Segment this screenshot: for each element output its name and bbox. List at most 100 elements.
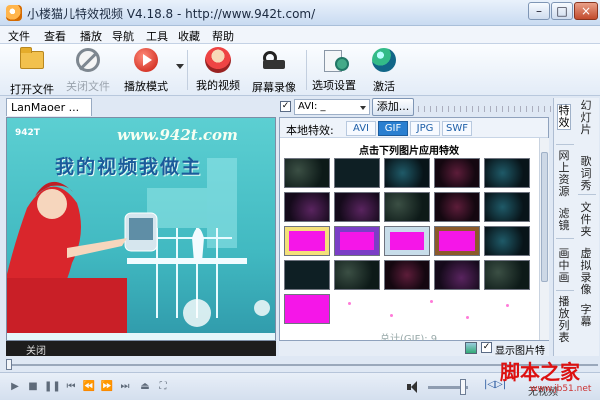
toolbar-separator <box>306 50 307 90</box>
play-mode-button[interactable]: 播放模式 <box>118 47 174 93</box>
menu-tools[interactable]: 工具 <box>146 28 168 44</box>
sparkle-decoration <box>390 314 393 317</box>
user-icon <box>205 47 231 73</box>
video-status-bar: 关闭 <box>6 341 276 357</box>
effect-thumbnail[interactable] <box>284 226 330 256</box>
add-button[interactable]: 添加... <box>372 98 414 116</box>
output-format-value: AVI: _ <box>298 101 326 112</box>
tab-virtual-recording[interactable]: 虚拟录像 <box>579 248 593 296</box>
next-icon[interactable]: ⏭ <box>118 380 132 394</box>
eject-icon[interactable]: ⏏ <box>138 380 152 394</box>
tab-playlist[interactable]: 播放列表 <box>557 296 571 344</box>
menu-file[interactable]: 文件 <box>8 28 30 44</box>
effect-thumbnail[interactable] <box>384 192 430 222</box>
effect-thumbnail[interactable] <box>434 226 480 256</box>
tab-folder[interactable]: 文件夹 <box>579 202 593 238</box>
menu-favorites[interactable]: 收藏 <box>178 28 200 44</box>
effect-thumbnail[interactable] <box>484 158 530 188</box>
effect-thumbnail[interactable] <box>334 260 380 290</box>
play-mode-dropdown-icon[interactable] <box>176 64 184 69</box>
volume-handle[interactable] <box>460 379 466 395</box>
file-tab[interactable]: LanMaoer ... <box>6 98 92 116</box>
menu-play[interactable]: 播放 <box>80 28 102 44</box>
effects-panel: 本地特效: AVI GIF JPG SWF 点击下列图片应用特效 总计(GIF)… <box>279 117 549 345</box>
effect-thumbnail[interactable] <box>484 226 530 256</box>
show-image-effects-checkbox[interactable]: ✓ <box>481 342 492 353</box>
show-image-effects-label: 显示图片特 <box>495 346 545 357</box>
video-slogan: 我的视频我做主 <box>55 156 203 178</box>
volume-icon[interactable] <box>407 381 421 393</box>
tab-picture-in-picture[interactable]: 画中画 <box>557 248 571 284</box>
effect-thumbnail[interactable] <box>434 192 480 222</box>
minimize-button[interactable]: – <box>528 2 550 20</box>
tab-jpg[interactable]: JPG <box>410 121 440 136</box>
effect-thumbnail[interactable] <box>284 158 330 188</box>
stop-icon[interactable]: ■ <box>26 380 40 394</box>
close-window-button[interactable]: × <box>574 2 598 20</box>
my-video-button[interactable]: 我的视频 <box>192 47 244 93</box>
my-video-label: 我的视频 <box>196 79 240 92</box>
tab-swf[interactable]: SWF <box>442 121 472 136</box>
activate-button[interactable]: 激活 <box>364 47 404 93</box>
tab-effects[interactable]: 特效 <box>557 104 571 130</box>
open-file-button[interactable]: 打开文件 <box>6 47 58 96</box>
fast-forward-icon[interactable]: ⏩ <box>100 380 114 394</box>
menu-help[interactable]: 帮助 <box>212 28 234 44</box>
tab-online-resources[interactable]: 网上资源 <box>557 150 571 198</box>
maximize-button[interactable]: □ <box>551 2 573 20</box>
tab-lyrics[interactable]: 歌词秀 <box>579 156 593 192</box>
play-mode-label: 播放模式 <box>124 80 168 93</box>
tab-filters[interactable]: 滤镜 <box>557 208 571 232</box>
settings-icon <box>321 47 349 73</box>
menu-bar: 文件 查看 播放 导航 工具 收藏 帮助 <box>0 26 600 44</box>
effect-thumbnail[interactable] <box>284 260 330 290</box>
watermark-text: 脚本之家 <box>500 360 580 384</box>
effect-thumbnail[interactable] <box>384 260 430 290</box>
effect-thumbnail[interactable] <box>384 226 430 256</box>
video-site-text: www.942t.com <box>117 126 238 144</box>
play-icon[interactable]: ▶ <box>8 380 22 394</box>
previous-icon[interactable]: ⏮ <box>64 380 78 394</box>
window-title: 小楼猫儿特效视频 V4.18.8 - http://www.942t.com/ <box>27 7 316 21</box>
app-icon <box>6 5 22 21</box>
tab-subtitles[interactable]: 字幕 <box>579 304 593 328</box>
tab-separator <box>556 144 574 145</box>
effects-instruction: 点击下列图片应用特效 <box>359 146 459 157</box>
scrollbar-thumb[interactable] <box>541 152 548 282</box>
toolbar: 打开文件 关闭文件 播放模式 我的视频 屏幕录像 选项设置 激活 <box>0 44 600 96</box>
globe-icon <box>371 48 397 74</box>
image-icon <box>465 342 477 354</box>
tab-avi[interactable]: AVI <box>346 121 376 136</box>
effect-thumbnail[interactable] <box>334 158 380 188</box>
sparkle-decoration <box>348 302 351 305</box>
effect-thumbnail[interactable] <box>434 260 480 290</box>
ruler <box>418 106 552 112</box>
options-button[interactable]: 选项设置 <box>308 47 360 93</box>
effect-thumbnail[interactable] <box>284 192 330 222</box>
output-format-select[interactable]: AVI: _ <box>294 99 370 115</box>
effect-thumbnail[interactable] <box>334 192 380 222</box>
close-file-button[interactable]: 关闭文件 <box>62 47 114 93</box>
fullscreen-icon[interactable]: ⛶ <box>156 380 170 394</box>
video-status-text[interactable]: 关闭 <box>26 342 46 357</box>
tab-gif[interactable]: GIF <box>378 121 408 136</box>
menu-view[interactable]: 查看 <box>44 28 66 44</box>
effects-scrollbar[interactable] <box>539 138 549 340</box>
tab-separator <box>556 290 574 291</box>
tab-slideshow[interactable]: 幻灯片 <box>579 100 593 136</box>
effects-header: 本地特效: AVI GIF JPG SWF <box>280 118 548 138</box>
avi-checkbox[interactable]: ✓ <box>280 101 291 112</box>
effect-thumbnail[interactable] <box>434 158 480 188</box>
effect-thumbnail[interactable] <box>284 294 330 324</box>
effect-thumbnail[interactable] <box>334 226 380 256</box>
pause-icon[interactable]: ❚❚ <box>44 380 61 394</box>
seek-handle[interactable] <box>6 359 12 370</box>
effect-thumbnail[interactable] <box>484 192 530 222</box>
screen-record-label: 屏幕录像 <box>252 81 296 94</box>
effect-thumbnail[interactable] <box>484 260 530 290</box>
folder-icon <box>19 47 45 77</box>
rewind-icon[interactable]: ⏪ <box>82 380 96 394</box>
effect-thumbnail[interactable] <box>384 158 430 188</box>
screen-record-button[interactable]: 屏幕录像 <box>246 47 302 94</box>
menu-navigate[interactable]: 导航 <box>112 28 134 44</box>
